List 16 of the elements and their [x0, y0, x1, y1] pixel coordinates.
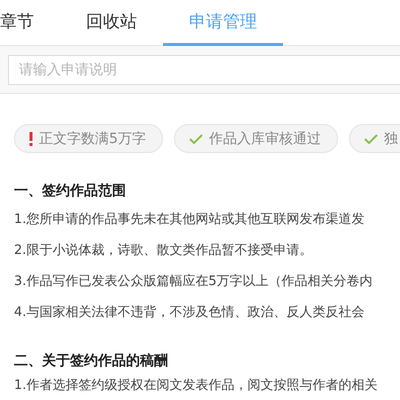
requirement-label: 独: [384, 130, 398, 148]
rule-text: 1.作者选择签约级授权在阅文发表作品，阅文按照与作者的相关: [14, 377, 378, 395]
tab[interactable]: 回收站: [60, 0, 163, 46]
rule-text: 1.您所申请的作品事先未在其他网站或其他互联网发布渠道发: [14, 211, 366, 229]
tab[interactable]: 章节: [0, 0, 60, 46]
rule-text: 2.限于小说体裁，诗歌、散文类作品暂不接受申请。: [14, 242, 314, 260]
check-icon: [364, 134, 378, 144]
section-heading: 一、签约作品范围: [14, 182, 127, 200]
check-icon: [188, 134, 203, 144]
search-field[interactable]: 请输入申请说明: [8, 55, 400, 85]
section-heading: 二、关于签约作品的稿酬: [14, 352, 169, 370]
rule-text: 4.与国家相关法律不违背，不涉及色情、政治、反人类反社会: [14, 304, 366, 322]
requirement-label: 作品入库审核通过: [208, 130, 321, 148]
rule-text: 3.作品写作已发表公众版篇幅应在5万字以上（作品相关分卷内: [14, 273, 374, 291]
exclamation-icon: [29, 132, 33, 146]
requirement-label: 正文字数满5万字: [39, 130, 146, 148]
